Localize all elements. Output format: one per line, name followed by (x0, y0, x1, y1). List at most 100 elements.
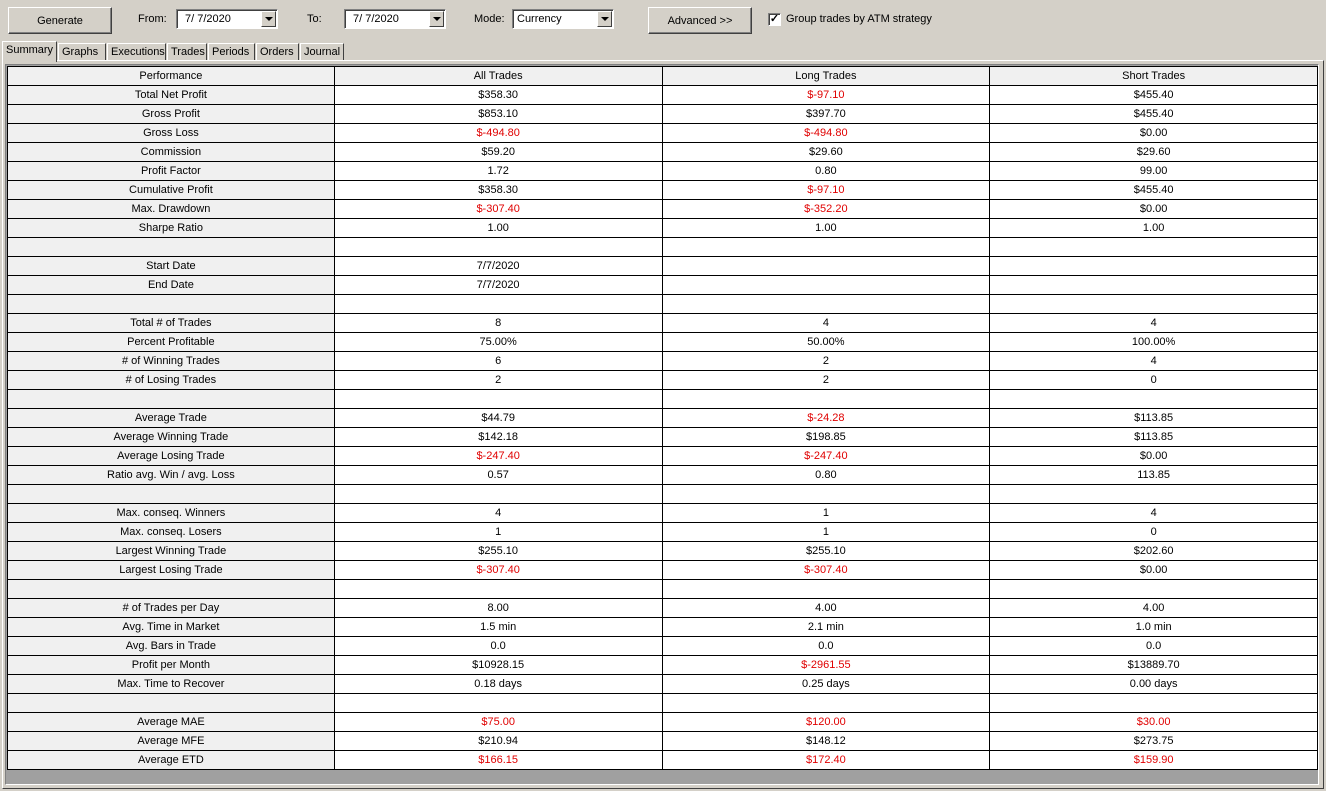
table-cell: $166.15 (333, 750, 663, 770)
table-cell: $0.00 (989, 199, 1318, 219)
tab-executions[interactable]: Executions (107, 43, 166, 61)
table-cell: 1 (661, 522, 991, 542)
row-label: Total Net Profit (7, 85, 335, 105)
row-label: # of Winning Trades (7, 351, 335, 371)
row-label: Avg. Bars in Trade (7, 636, 335, 656)
row-label: Total # of Trades (7, 313, 335, 333)
row-label: Max. conseq. Winners (7, 503, 335, 523)
table-cell: 2 (661, 351, 991, 371)
tab-periods[interactable]: Periods (208, 43, 255, 61)
table-row: Avg. Time in Market 1.5 min 2.1 min 1.0 min (7, 617, 1318, 637)
table-cell: $148.12 (661, 731, 991, 751)
column-header[interactable]: Short Trades (989, 66, 1318, 86)
tab-orders[interactable]: Orders (256, 43, 299, 61)
chevron-down-icon[interactable] (597, 11, 612, 27)
table-cell (661, 256, 991, 276)
row-label: Profit Factor (7, 161, 335, 181)
table-cell: $397.70 (661, 104, 991, 124)
table-cell: $-24.28 (661, 408, 991, 428)
table-cell: 99.00 (989, 161, 1318, 181)
row-label (7, 294, 335, 314)
table-cell: 4 (661, 313, 991, 333)
table-row: Max. Drawdown $-307.40 $-352.20 $0.00 (7, 199, 1318, 219)
table-cell: 0.00 days (989, 674, 1318, 694)
row-label: Largest Losing Trade (7, 560, 335, 580)
tab-summary[interactable]: Summary (2, 41, 57, 62)
table-cell: 0.18 days (333, 674, 663, 694)
table-row: Avg. Bars in Trade 0.0 0.0 0.0 (7, 636, 1318, 656)
chevron-down-icon[interactable] (261, 11, 276, 27)
row-label: Gross Loss (7, 123, 335, 143)
table-row: Cumulative Profit $358.30 $-97.10 $455.40 (7, 180, 1318, 200)
group-trades-checkbox[interactable]: ✓ (768, 13, 781, 26)
tab-trades[interactable]: Trades (167, 43, 207, 61)
table-row: # of Losing Trades 2 2 0 (7, 370, 1318, 390)
table-cell (661, 484, 991, 504)
table-cell: $455.40 (989, 104, 1318, 124)
row-label: Average Trade (7, 408, 335, 428)
table-cell: 0.0 (989, 636, 1318, 656)
performance-grid: Performance All Trades Long Trades Short Tr… (5, 64, 1319, 785)
table-row: End Date 7/7/2020 (7, 275, 1318, 295)
table-header-row: Performance All Trades Long Trades Short Tr… (7, 66, 1318, 86)
row-label: Cumulative Profit (7, 180, 335, 200)
tab-graphs[interactable]: Graphs (58, 43, 106, 61)
row-label: Average Losing Trade (7, 446, 335, 466)
table-cell: 4 (333, 503, 663, 523)
table-cell: $0.00 (989, 560, 1318, 580)
table-row: Percent Profitable 75.00% 50.00% 100.00% (7, 332, 1318, 352)
table-cell: 4 (989, 351, 1318, 371)
row-label: Max. conseq. Losers (7, 522, 335, 542)
generate-button[interactable]: Generate (8, 7, 112, 34)
chevron-down-icon[interactable] (429, 11, 444, 27)
column-header[interactable]: Long Trades (661, 66, 991, 86)
row-label: Max. Drawdown (7, 199, 335, 219)
row-label: Ratio avg. Win / avg. Loss (7, 465, 335, 485)
table-row: Ratio avg. Win / avg. Loss 0.57 0.80 113.85 (7, 465, 1318, 485)
advanced-button[interactable]: Advanced >> (648, 7, 752, 34)
table-cell: $-494.80 (333, 123, 663, 143)
table-cell: 0.80 (661, 465, 991, 485)
to-date-picker[interactable]: 7/ 7/2020 (344, 9, 446, 29)
table-cell: $-307.40 (333, 199, 663, 219)
table-cell: $-494.80 (661, 123, 991, 143)
table-cell: 113.85 (989, 465, 1318, 485)
table-row: Start Date 7/7/2020 (7, 256, 1318, 276)
group-trades-label[interactable]: Group trades by ATM strategy (786, 13, 932, 25)
table-cell: 0.25 days (661, 674, 991, 694)
column-header[interactable]: Performance (7, 66, 335, 86)
table-cell: $202.60 (989, 541, 1318, 561)
row-label: Average MAE (7, 712, 335, 732)
table-cell: 1.00 (333, 218, 663, 238)
table-cell: $75.00 (333, 712, 663, 732)
table-cell (989, 579, 1318, 599)
table-cell: 75.00% (333, 332, 663, 352)
table-cell: $172.40 (661, 750, 991, 770)
table-cell: 0.0 (661, 636, 991, 656)
table-row: # of Trades per Day 8.00 4.00 4.00 (7, 598, 1318, 618)
column-header[interactable]: All Trades (333, 66, 663, 86)
table-row: Gross Loss $-494.80 $-494.80 $0.00 (7, 123, 1318, 143)
performance-table: Performance All Trades Long Trades Short Tr… (7, 66, 1318, 770)
table-cell: $59.20 (333, 142, 663, 162)
mode-select[interactable]: Currency (512, 9, 614, 29)
table-row: Commission $59.20 $29.60 $29.60 (7, 142, 1318, 162)
from-date-picker[interactable]: 7/ 7/2020 (176, 9, 278, 29)
table-cell: $198.85 (661, 427, 991, 447)
table-row: Max. Time to Recover 0.18 days 0.25 days 0.… (7, 674, 1318, 694)
table-cell (333, 579, 663, 599)
table-row: Total Net Profit $358.30 $-97.10 $455.40 (7, 85, 1318, 105)
table-cell: $29.60 (989, 142, 1318, 162)
table-cell: 1.00 (661, 218, 991, 238)
table-cell (333, 237, 663, 257)
table-cell (661, 693, 991, 713)
tab-journal[interactable]: Journal (300, 43, 344, 61)
table-cell (661, 389, 991, 409)
table-cell: 100.00% (989, 332, 1318, 352)
table-cell (989, 484, 1318, 504)
table-row (7, 579, 1318, 599)
table-cell (333, 484, 663, 504)
table-cell (661, 579, 991, 599)
table-cell: 4 (989, 503, 1318, 523)
row-label: Percent Profitable (7, 332, 335, 352)
